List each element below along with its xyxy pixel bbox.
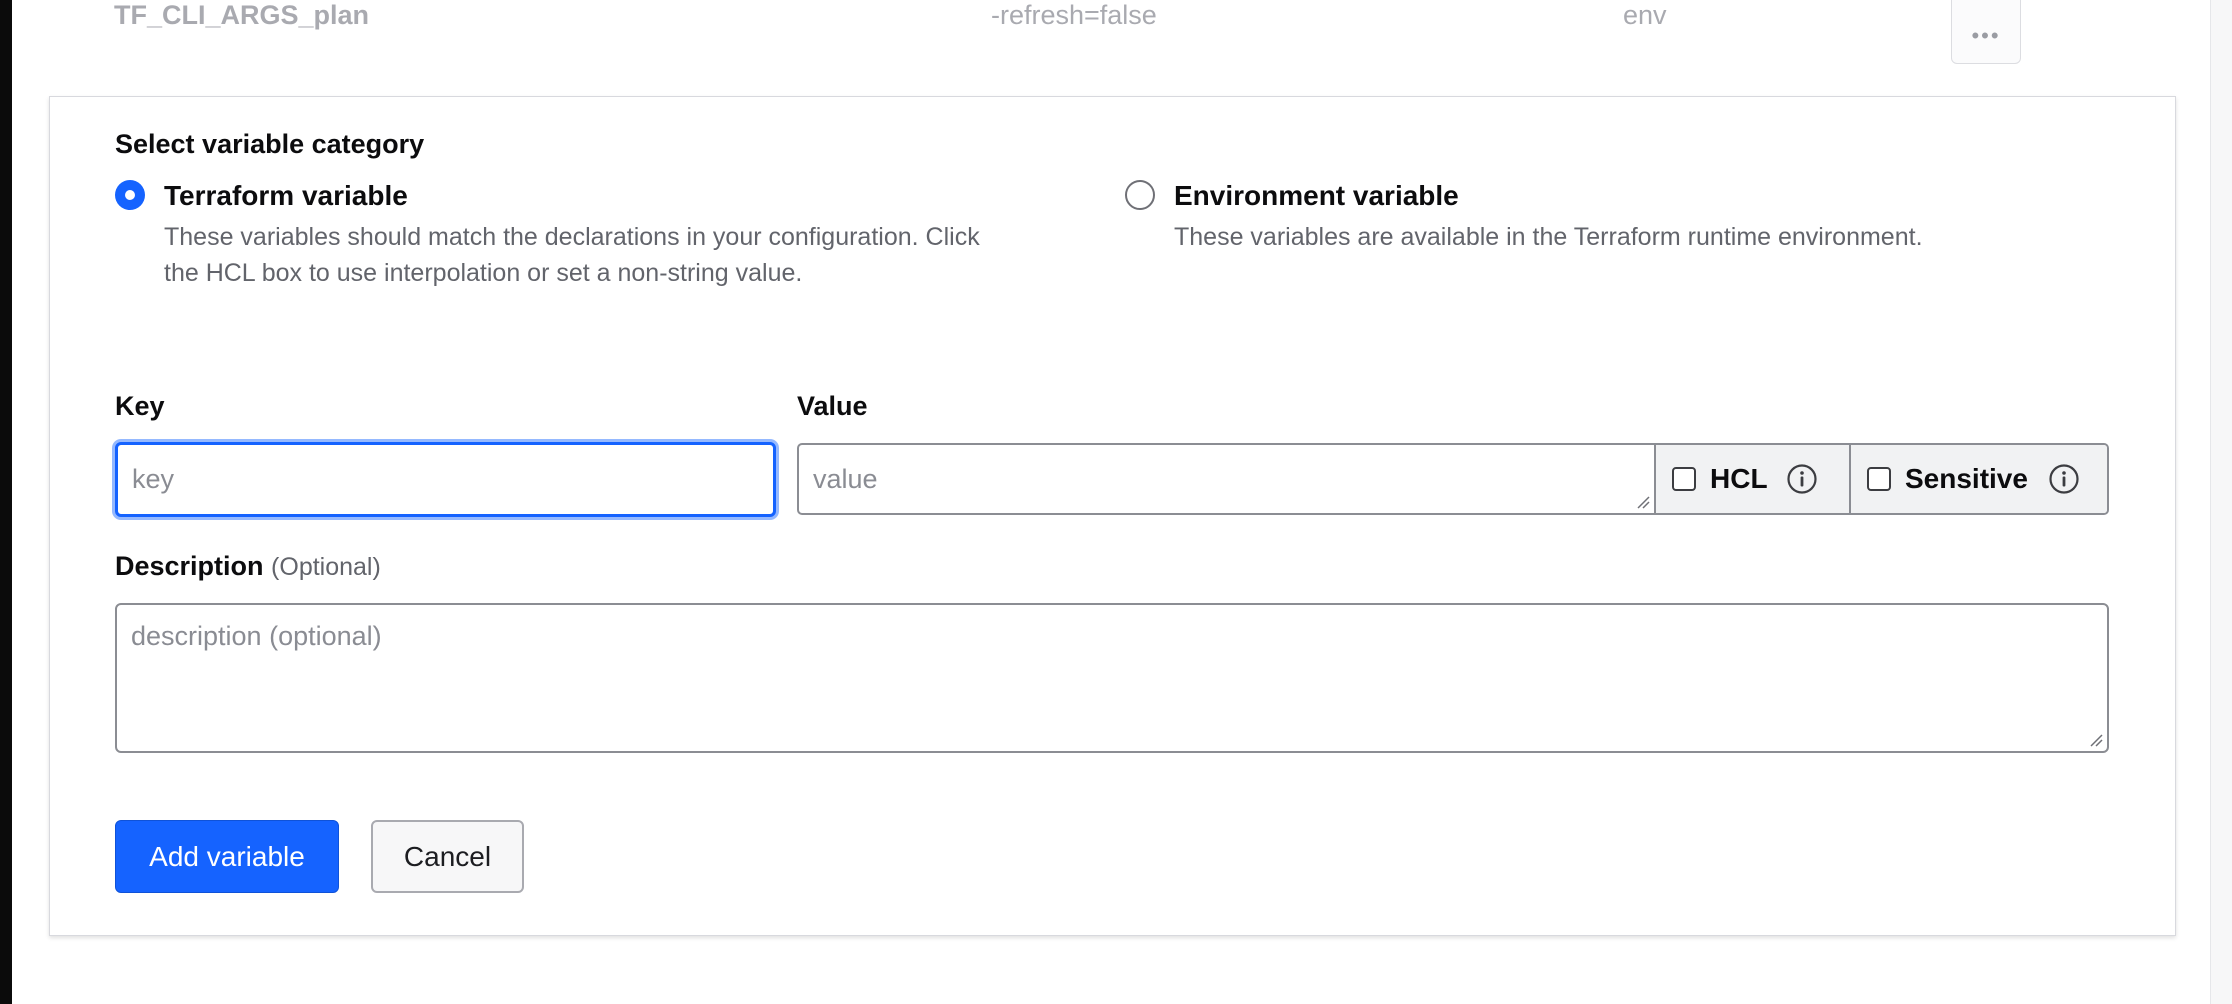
terraform-variable-label[interactable]: Terraform variable <box>164 180 408 212</box>
value-input-group: value HCL Sensitive <box>797 443 2109 515</box>
value-placeholder: value <box>813 463 878 494</box>
previous-variable-category: env <box>1623 0 1667 30</box>
terraform-variable-description-line2: the HCL box to use interpolation or set … <box>164 259 803 287</box>
terraform-variable-description-line1: These variables should match the declara… <box>164 223 980 251</box>
cancel-button-label: Cancel <box>403 840 492 872</box>
info-icon[interactable] <box>1786 463 1818 495</box>
description-label: Description (Optional) <box>115 551 381 582</box>
left-window-edge <box>0 0 12 1004</box>
sensitive-label: Sensitive <box>1905 463 2028 494</box>
previous-variable-row: TF_CLI_ARGS_plan -refresh=false env ••• <box>0 0 2210 64</box>
cancel-button[interactable]: Cancel <box>371 820 524 893</box>
key-placeholder: key <box>132 464 175 494</box>
add-variable-button[interactable]: Add variable <box>115 820 339 893</box>
ellipsis-icon: ••• <box>1971 23 2001 48</box>
sensitive-toggle[interactable]: Sensitive <box>1849 445 2107 513</box>
key-input[interactable]: key <box>115 442 776 517</box>
description-textarea[interactable]: description (optional) <box>115 603 2109 753</box>
category-heading: Select variable category <box>115 129 425 159</box>
add-variable-form: Select variable category Terraform varia… <box>49 96 2176 936</box>
hcl-label: HCL <box>1710 463 1768 494</box>
description-placeholder: description (optional) <box>131 621 382 651</box>
hcl-checkbox[interactable] <box>1672 467 1696 491</box>
sensitive-checkbox[interactable] <box>1867 467 1891 491</box>
description-label-text: Description <box>115 551 264 581</box>
value-label: Value <box>797 391 868 421</box>
resize-grip-icon[interactable] <box>1636 495 1650 509</box>
previous-variable-key: TF_CLI_ARGS_plan <box>114 0 370 30</box>
resize-grip-icon[interactable] <box>2089 733 2103 747</box>
info-icon[interactable] <box>2048 463 2080 495</box>
right-scrollbar-track[interactable] <box>2210 0 2232 1004</box>
value-input[interactable]: value <box>799 445 1654 513</box>
environment-variable-label[interactable]: Environment variable <box>1174 180 1459 212</box>
hcl-toggle[interactable]: HCL <box>1654 445 1849 513</box>
add-variable-button-label: Add variable <box>149 840 305 872</box>
key-label: Key <box>115 391 165 421</box>
environment-variable-description: These variables are available in the Ter… <box>1174 223 1923 251</box>
environment-variable-radio[interactable] <box>1125 180 1155 210</box>
previous-variable-value: -refresh=false <box>991 0 1157 30</box>
terraform-variable-radio[interactable] <box>115 180 145 210</box>
row-actions-button[interactable]: ••• <box>1951 0 2021 64</box>
description-optional-hint: (Optional) <box>271 553 381 581</box>
